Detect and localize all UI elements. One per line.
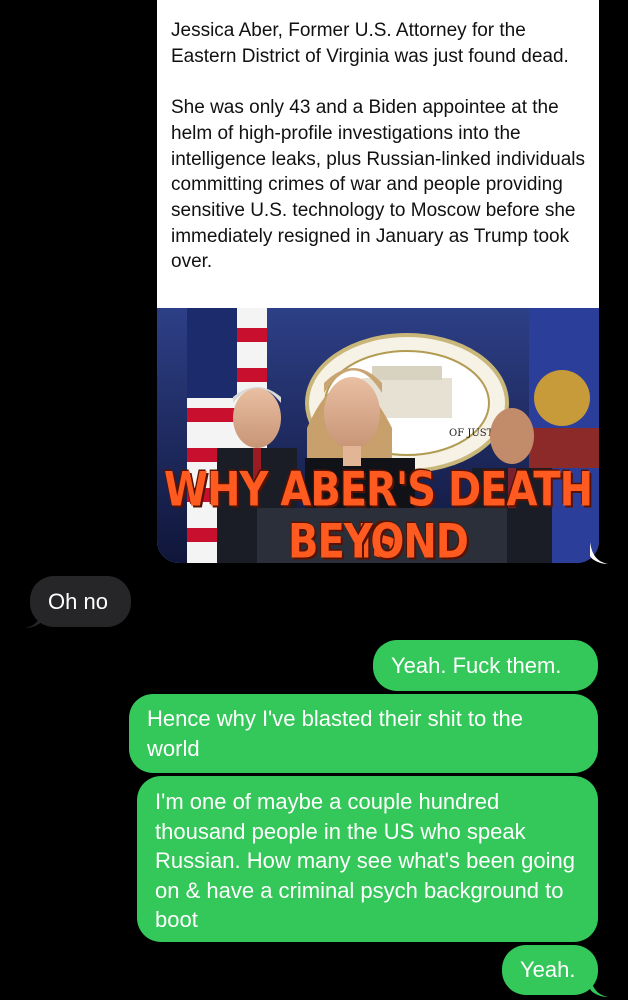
message-text: Oh no (48, 589, 108, 614)
shared-post-image[interactable]: OF JUSTICE WHY ABER'S DEATH IS BEYOND (157, 308, 599, 563)
shared-post-paragraph: Jessica Aber, Former U.S. Attorney for t… (171, 20, 569, 67)
message-bubble-outgoing[interactable]: Yeah. Fuck them. (373, 640, 598, 691)
message-bubble-outgoing[interactable]: I'm one of maybe a couple hundred thousa… (137, 776, 598, 942)
shared-post-text: Jessica Aber, Former U.S. Attorney for t… (171, 18, 591, 275)
shared-post-card[interactable]: Jessica Aber, Former U.S. Attorney for t… (157, 0, 599, 563)
message-bubble-incoming[interactable]: Oh no (30, 576, 131, 627)
message-text: Hence why I've blasted their shit to the… (147, 706, 523, 761)
shared-post-paragraph: She was only 43 and a Biden appointee at… (171, 97, 591, 273)
message-text: Yeah. (520, 957, 576, 982)
message-text: I'm one of maybe a couple hundred thousa… (155, 789, 575, 933)
message-bubble-outgoing[interactable]: Hence why I've blasted their shit to the… (129, 694, 598, 773)
message-bubble-outgoing[interactable]: Yeah. (502, 945, 598, 995)
image-caption-line: BEYOND SUSPICIOUS (287, 514, 469, 563)
bubble-tail (590, 542, 608, 564)
message-text: Yeah. Fuck them. (391, 653, 562, 678)
bubble-tail (590, 975, 608, 997)
bubble-tail (25, 606, 43, 628)
